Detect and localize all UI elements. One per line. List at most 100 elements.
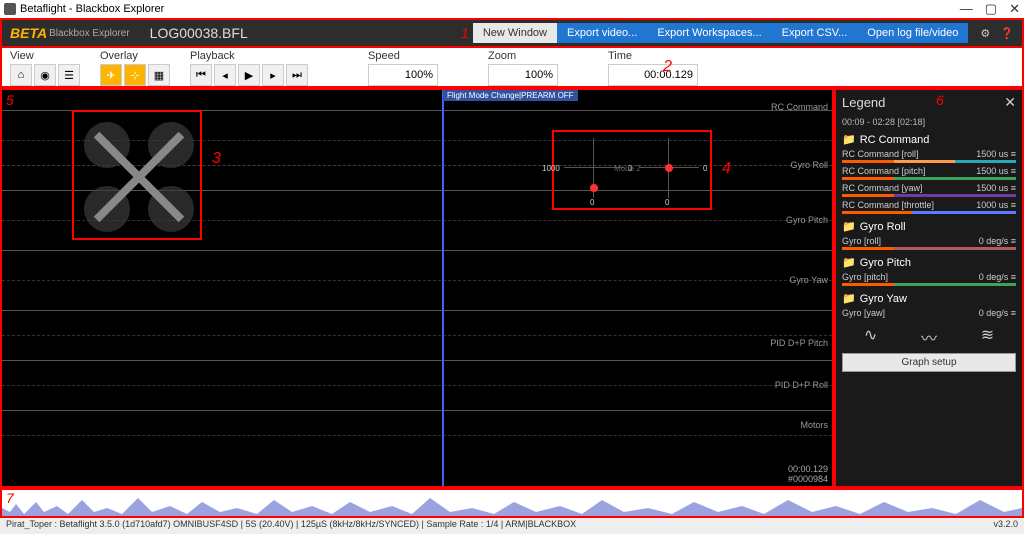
step-back-button[interactable]: ◂	[214, 64, 236, 86]
graph-label-pidpitch: PID D+P Pitch	[770, 338, 828, 348]
overlay-sticks-button[interactable]: ⊹	[124, 64, 146, 86]
wave-icon-3[interactable]: ≋	[981, 325, 994, 349]
maximize-icon[interactable]: ▢	[985, 1, 997, 17]
legend-bar	[842, 177, 1016, 180]
legend-row[interactable]: RC Command [yaw]1500 us ≡	[842, 182, 1016, 194]
stick-l-left: 1000	[542, 164, 560, 173]
time-input[interactable]	[608, 64, 698, 86]
filename: LOG00038.BFL	[150, 25, 248, 41]
graph-setup-button[interactable]: Graph setup	[842, 353, 1016, 372]
graph-label-gyropitch: Gyro Pitch	[786, 215, 828, 225]
stick-mode-label: Mode 2	[614, 164, 641, 173]
stick-l-bottom: 0	[590, 198, 594, 207]
legend-row[interactable]: Gyro [yaw]0 deg/s ≡	[842, 307, 1016, 319]
craft-icon: ↑	[84, 122, 194, 232]
logo-subtitle: Blackbox Explorer	[49, 28, 130, 39]
logo: BETA	[10, 25, 47, 41]
legend-row[interactable]: RC Command [throttle]1000 us ≡	[842, 199, 1016, 211]
overlay-craft-button[interactable]: ✈	[100, 64, 122, 86]
annotation-6: 6	[936, 92, 944, 108]
minimize-icon[interactable]: —	[960, 1, 973, 17]
open-log-button[interactable]: Open log file/video	[857, 23, 968, 43]
legend-bar	[842, 283, 1016, 286]
legend-section: 📁Gyro Yaw Gyro [yaw]0 deg/s ≡	[842, 292, 1016, 319]
new-window-button[interactable]: New Window	[473, 23, 557, 43]
legend-close-icon[interactable]: ✕	[1004, 94, 1016, 111]
legend-timerange: 00:09 - 02:28 [02:18]	[842, 117, 1016, 127]
skip-start-button[interactable]: ⏮	[190, 64, 212, 86]
time-group: Time	[608, 50, 698, 86]
annotation-5: 5	[6, 92, 14, 108]
legend-row[interactable]: Gyro [roll]0 deg/s ≡	[842, 235, 1016, 247]
view-home-button[interactable]: ⌂	[10, 64, 32, 86]
annotation-7: 7	[6, 490, 14, 506]
close-icon[interactable]: ✕	[1009, 1, 1020, 17]
graph-area[interactable]: 5 RC Command Gyro Roll Gyro Pitch Gyro Y…	[0, 88, 834, 488]
annotation-1: 1	[461, 25, 469, 41]
gear-icon[interactable]: ⚙	[980, 27, 990, 40]
seek-waveform	[2, 492, 1022, 516]
graph-label-motors: Motors	[800, 420, 828, 430]
view-list-button[interactable]: ☰	[58, 64, 80, 86]
arrow-up-icon: ↑	[131, 162, 140, 183]
time-readout: 00:00.129 #0000984	[788, 464, 828, 484]
seekbar[interactable]: 7	[0, 488, 1024, 518]
legend-bar	[842, 160, 1016, 163]
play-button[interactable]: ▶	[238, 64, 260, 86]
view-label: View	[10, 50, 80, 62]
stick-r-right: 0	[703, 164, 707, 173]
legend-section: 📁RC Command RC Command [roll]1500 us ≡ RC …	[842, 133, 1016, 214]
craft-overlay-box: ↑	[72, 110, 202, 240]
legend-bar	[842, 247, 1016, 250]
overlay-bars-button[interactable]: ▦	[148, 64, 170, 86]
legend-section-header[interactable]: 📁Gyro Pitch	[842, 256, 1016, 269]
graph-label-gyroroll: Gyro Roll	[790, 160, 828, 170]
view-group: View ⌂ ◉ ☰	[10, 50, 80, 86]
overlay-label: Overlay	[100, 50, 170, 62]
help-icon[interactable]: ❓	[1000, 27, 1014, 40]
annotation-3: 3	[212, 150, 221, 168]
status-right: v3.2.0	[993, 519, 1018, 533]
graph-label-pidroll: PID D+P Roll	[775, 380, 828, 390]
playback-group: Playback ⏮ ◂ ▶ ▸ ⏭	[190, 50, 308, 86]
legend-title: Legend	[842, 95, 885, 110]
export-csv-button[interactable]: Export CSV...	[772, 23, 858, 43]
folder-icon: 📁	[842, 220, 856, 233]
graph-label-rc: RC Command	[771, 102, 828, 112]
legend-section: 📁Gyro Roll Gyro [roll]0 deg/s ≡	[842, 220, 1016, 250]
step-forward-button[interactable]: ▸	[262, 64, 284, 86]
legend-bar	[842, 211, 1016, 214]
speed-label: Speed	[368, 50, 438, 62]
speed-input[interactable]	[368, 64, 438, 86]
wave-icon-1[interactable]: ∿	[864, 325, 877, 349]
folder-icon: 📁	[842, 256, 856, 269]
export-video-button[interactable]: Export video...	[557, 23, 647, 43]
legend-row[interactable]: RC Command [pitch]1500 us ≡	[842, 165, 1016, 177]
stick-right: 0 0	[639, 138, 699, 198]
legend-row[interactable]: Gyro [pitch]0 deg/s ≡	[842, 271, 1016, 283]
legend-bar	[842, 194, 1016, 197]
os-titlebar: Betaflight - Blackbox Explorer — ▢ ✕	[0, 0, 1024, 18]
playback-label: Playback	[190, 50, 308, 62]
folder-icon: 📁	[842, 133, 856, 146]
flight-mode-marker: Flight Mode Change|PREARM OFF	[443, 90, 578, 101]
wave-icon-2[interactable]: 〰	[921, 325, 937, 349]
legend-row[interactable]: RC Command [roll]1500 us ≡	[842, 148, 1016, 160]
zoom-group: Zoom	[488, 50, 558, 86]
legend-section-header[interactable]: 📁RC Command	[842, 133, 1016, 146]
legend-wave-icons: ∿ 〰 ≋	[842, 325, 1016, 349]
legend-section-header[interactable]: 📁Gyro Roll	[842, 220, 1016, 233]
zoom-label: Zoom	[488, 50, 558, 62]
annotation-2: 2	[663, 58, 672, 76]
skip-end-button[interactable]: ⏭	[286, 64, 308, 86]
zoom-input[interactable]	[488, 64, 558, 86]
speed-group: Speed	[368, 50, 438, 86]
playback-cursor[interactable]	[442, 90, 444, 486]
view-globe-button[interactable]: ◉	[34, 64, 56, 86]
export-workspaces-button[interactable]: Export Workspaces...	[647, 23, 771, 43]
overlay-group: Overlay ✈ ⊹ ▦	[100, 50, 170, 86]
time-label: Time	[608, 50, 698, 62]
main-area: 5 RC Command Gyro Roll Gyro Pitch Gyro Y…	[0, 88, 1024, 488]
sticks-overlay-box: 1000 0 0 0 0 Mode 2	[552, 130, 712, 210]
legend-section-header[interactable]: 📁Gyro Yaw	[842, 292, 1016, 305]
